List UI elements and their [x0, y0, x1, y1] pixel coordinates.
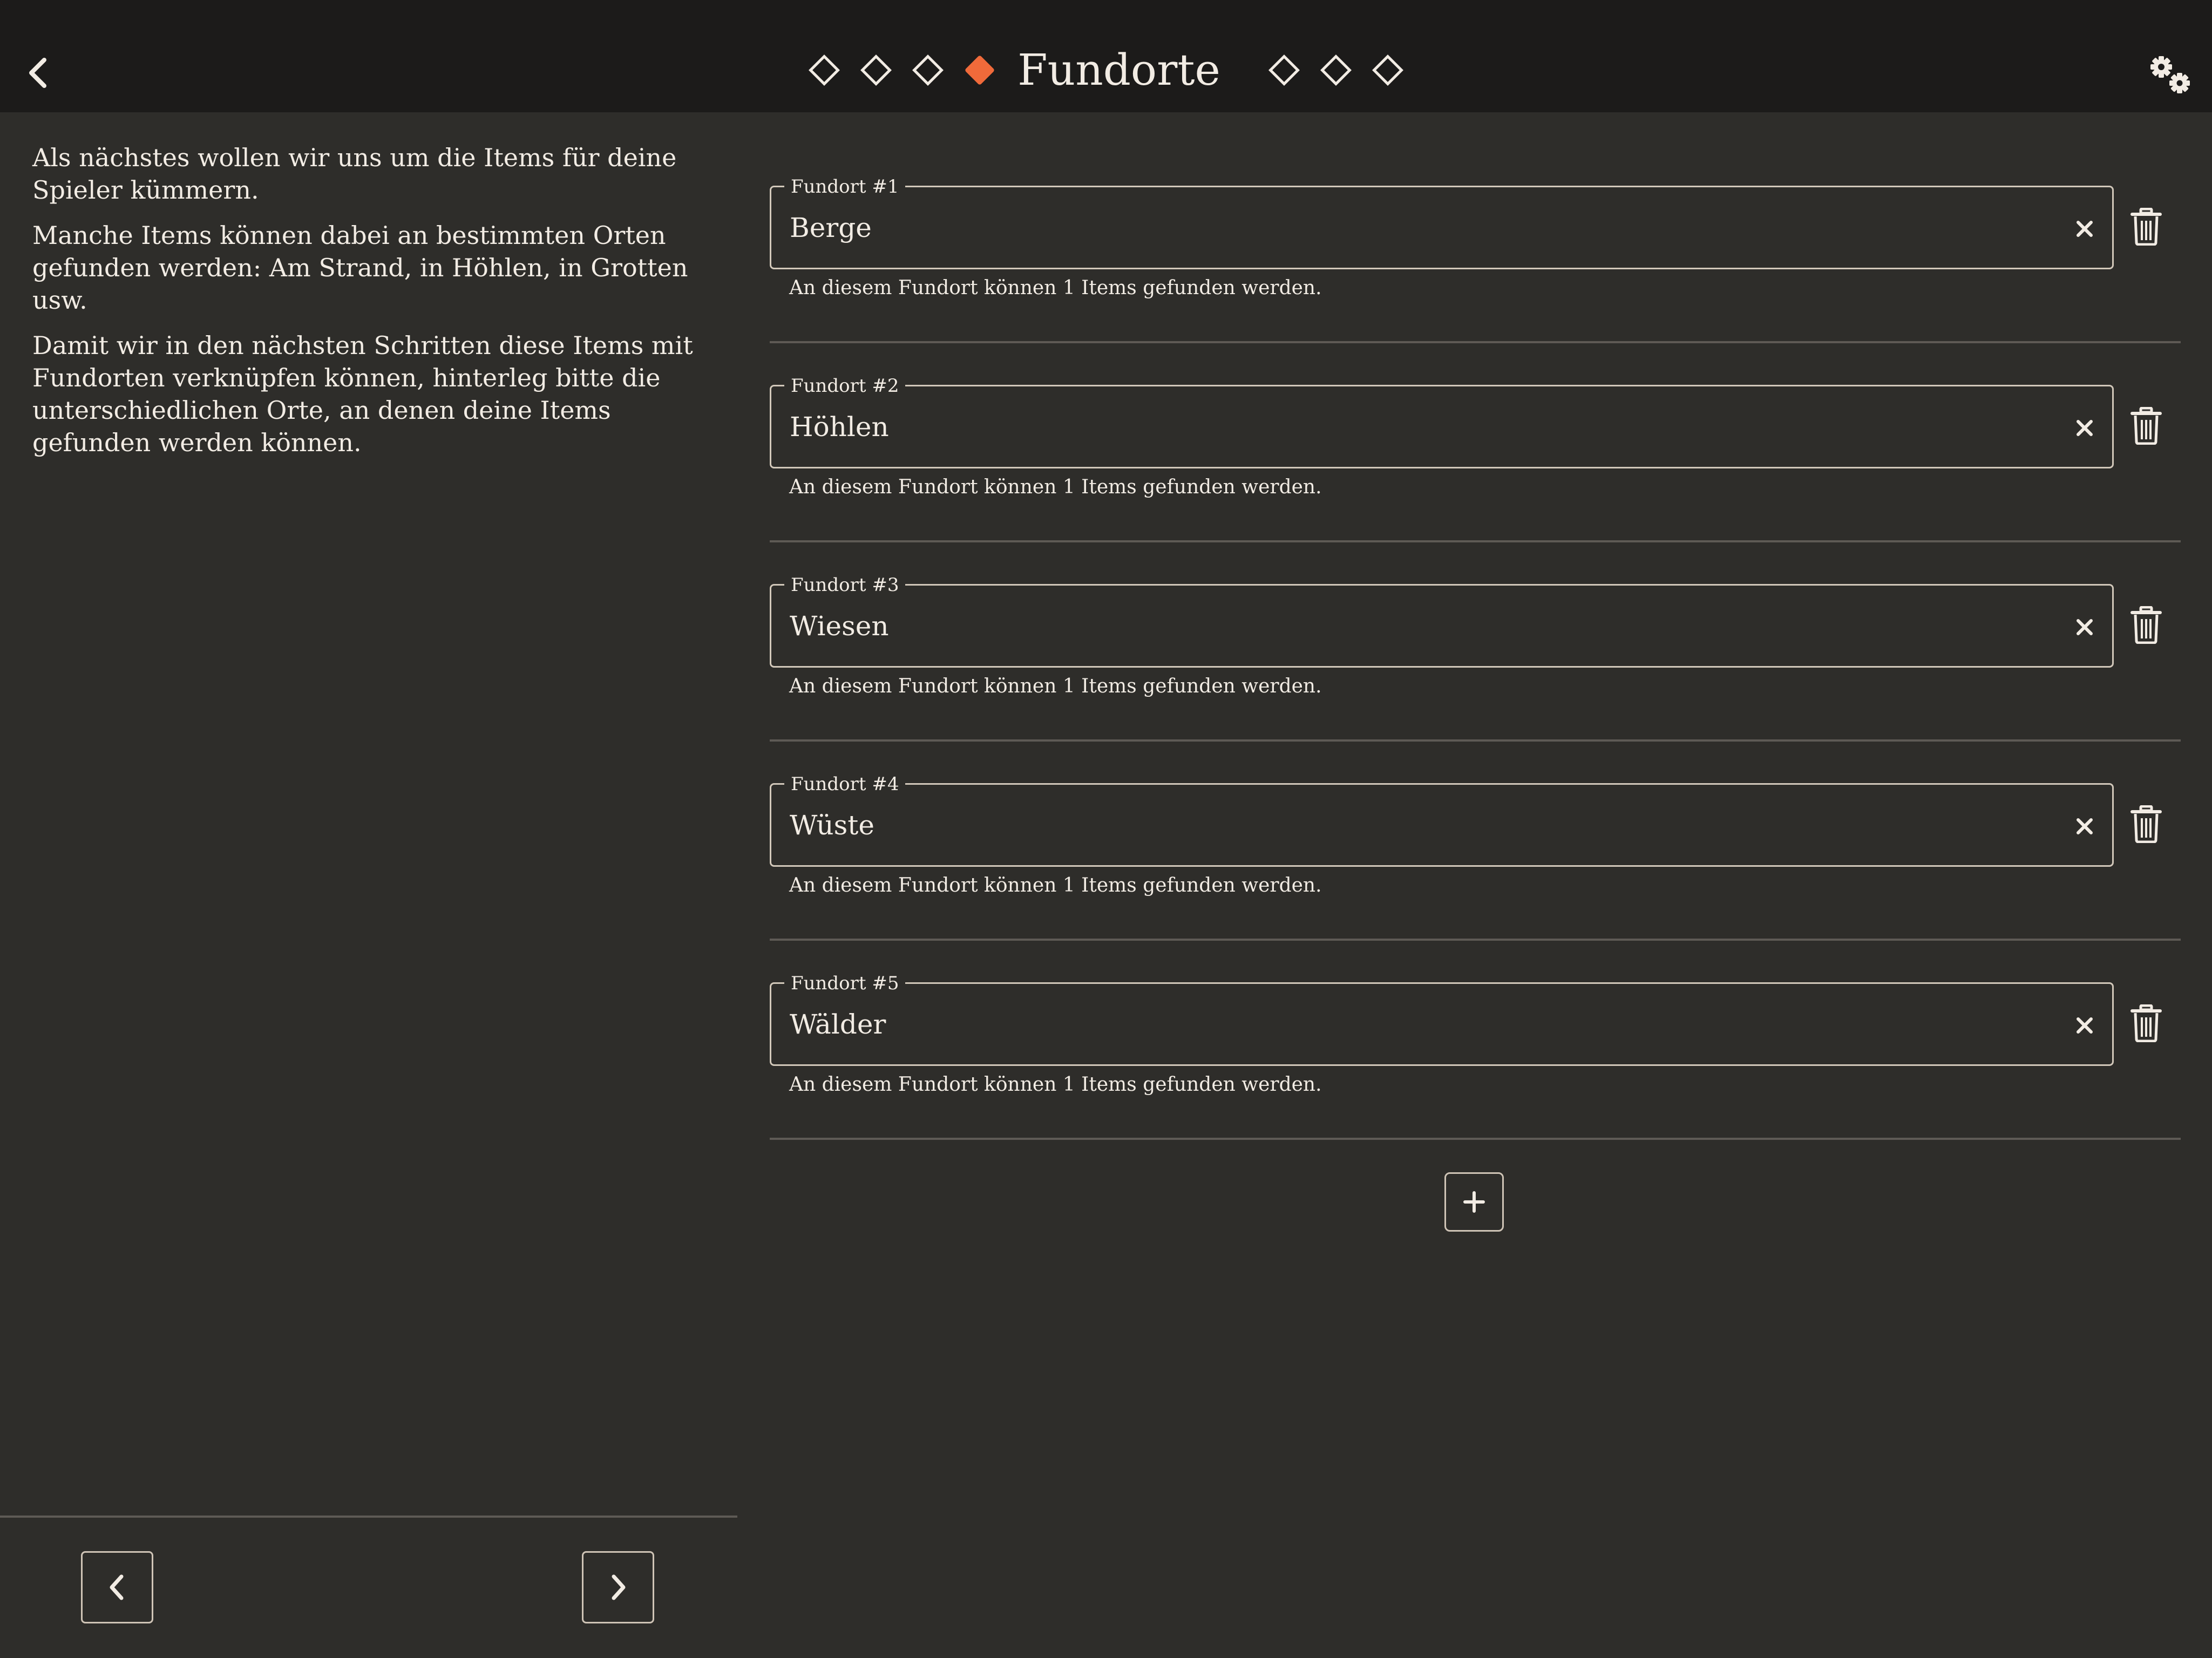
step-diamond[interactable]	[1367, 50, 1408, 91]
diamond-outline-icon	[912, 55, 944, 86]
close-icon	[2077, 221, 2093, 237]
step-diamond[interactable]	[1264, 50, 1305, 91]
delete-location-button[interactable]	[2125, 797, 2168, 851]
previous-step-button[interactable]	[81, 1551, 153, 1623]
step-diamond[interactable]	[1315, 50, 1356, 91]
diamond-outline-icon	[1320, 55, 1352, 86]
location-helper-text: An diesem Fundort können 1 Items gefunde…	[789, 277, 1322, 299]
location-entry: Fundort #4 An diesem Fundort können 1 It…	[770, 759, 2181, 959]
diamond-outline-icon	[860, 55, 892, 86]
clear-button[interactable]	[2070, 613, 2099, 642]
location-field: Fundort #5	[770, 973, 2114, 1066]
intro-paragraph: Damit wir in den nächsten Schritten dies…	[32, 331, 693, 457]
settings-button[interactable]	[2148, 54, 2193, 97]
location-entry: Fundort #2 An diesem Fundort können 1 It…	[770, 361, 2181, 560]
location-input[interactable]	[790, 187, 2031, 268]
chevron-right-icon	[612, 1574, 626, 1600]
step-diamond[interactable]	[804, 50, 845, 91]
intro-paragraph: Als nächstes wollen wir uns um die Items…	[32, 143, 677, 205]
location-entry: Fundort #5 An diesem Fundort können 1 It…	[770, 959, 2181, 1158]
add-location-button[interactable]	[1444, 1172, 1504, 1232]
location-list: Fundort #1 An diesem Fundort können 1 It…	[770, 162, 2181, 1158]
divider	[770, 341, 2181, 343]
trash-icon	[2130, 407, 2162, 445]
trash-icon	[2130, 208, 2162, 246]
delete-location-button[interactable]	[2125, 996, 2168, 1050]
step-diamond[interactable]	[907, 50, 948, 91]
close-icon	[2077, 619, 2093, 635]
clear-button[interactable]	[2070, 1011, 2099, 1040]
diamond-outline-icon	[809, 55, 840, 86]
clear-button[interactable]	[2070, 214, 2099, 243]
divider	[770, 739, 2181, 742]
diamond-outline-icon	[1372, 55, 1403, 86]
delete-location-button[interactable]	[2125, 598, 2168, 652]
delete-location-button[interactable]	[2125, 399, 2168, 453]
step-diamond[interactable]	[856, 50, 897, 91]
location-helper-text: An diesem Fundort können 1 Items gefunde…	[789, 874, 1322, 896]
location-helper-text: An diesem Fundort können 1 Items gefunde…	[789, 675, 1322, 697]
divider	[770, 1138, 2181, 1140]
diamond-filled-icon	[965, 56, 994, 85]
chevron-left-icon	[110, 1574, 124, 1600]
intro-paragraph: Manche Items können dabei an bestimmten …	[32, 221, 688, 315]
close-icon	[2077, 818, 2093, 834]
top-bar: Fundorte	[0, 0, 2212, 112]
plus-icon	[1463, 1191, 1485, 1213]
divider	[0, 1516, 737, 1518]
trash-icon	[2130, 1004, 2162, 1042]
location-field: Fundort #3	[770, 575, 2114, 668]
location-field: Fundort #1	[770, 176, 2114, 269]
gears-icon	[2150, 56, 2190, 93]
location-input[interactable]	[790, 984, 2031, 1064]
diamond-outline-icon	[1268, 55, 1300, 86]
location-entry: Fundort #3 An diesem Fundort können 1 It…	[770, 560, 2181, 759]
location-field: Fundort #2	[770, 376, 2114, 468]
close-icon	[2077, 420, 2093, 436]
clear-button[interactable]	[2070, 812, 2099, 841]
close-icon	[2077, 1017, 2093, 1034]
clear-button[interactable]	[2070, 413, 2099, 443]
location-field: Fundort #4	[770, 774, 2114, 867]
page-title: Fundorte	[1017, 45, 1220, 95]
step-indicator: Fundorte	[0, 38, 2212, 103]
location-helper-text: An diesem Fundort können 1 Items gefunde…	[789, 1073, 1322, 1096]
location-input[interactable]	[790, 785, 2031, 865]
trash-icon	[2130, 805, 2162, 843]
next-step-button[interactable]	[582, 1551, 654, 1623]
location-entry: Fundort #1 An diesem Fundort können 1 It…	[770, 162, 2181, 361]
trash-icon	[2130, 606, 2162, 644]
location-input[interactable]	[790, 386, 2031, 467]
step-diamond-active[interactable]	[959, 50, 1000, 91]
location-input[interactable]	[790, 586, 2031, 666]
intro-panel: Als nächstes wollen wir uns um die Items…	[32, 141, 718, 472]
divider	[770, 939, 2181, 941]
delete-location-button[interactable]	[2125, 200, 2168, 254]
location-helper-text: An diesem Fundort können 1 Items gefunde…	[789, 476, 1322, 498]
divider	[770, 540, 2181, 542]
